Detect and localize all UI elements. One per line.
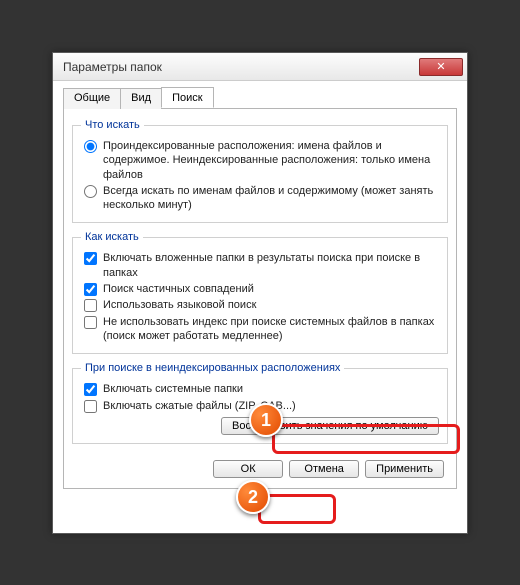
check-natural-language[interactable] bbox=[84, 299, 97, 312]
group-what-legend: Что искать bbox=[81, 119, 144, 131]
window-title: Параметры папок bbox=[63, 60, 419, 74]
ok-button[interactable]: ОК bbox=[213, 460, 283, 478]
check-include-subfolders[interactable] bbox=[84, 252, 97, 265]
window-content: Общие Вид Поиск Что искать Проиндексиров… bbox=[53, 81, 467, 499]
radio-always-label[interactable]: Всегда искать по именам файлов и содержи… bbox=[103, 184, 439, 213]
radio-indexed-label[interactable]: Проиндексированные расположения: имена ф… bbox=[103, 139, 439, 182]
check-subfolders-label[interactable]: Включать вложенные папки в результаты по… bbox=[103, 251, 439, 280]
close-button[interactable]: ✕ bbox=[419, 58, 463, 76]
tab-search[interactable]: Поиск bbox=[161, 87, 213, 108]
restore-defaults-button[interactable]: Восстановить значения по умолчанию bbox=[221, 417, 439, 435]
group-how-legend: Как искать bbox=[81, 231, 143, 243]
check-noindex-label[interactable]: Не использовать индекс при поиске систем… bbox=[103, 315, 439, 344]
tab-panel-search: Что искать Проиндексированные расположен… bbox=[63, 109, 457, 489]
tab-strip: Общие Вид Поиск bbox=[63, 87, 457, 109]
check-no-index[interactable] bbox=[84, 316, 97, 329]
group-how-to-search: Как искать Включать вложенные папки в ре… bbox=[72, 231, 448, 354]
dialog-footer: ОК Отмена Применить bbox=[72, 452, 448, 480]
folder-options-window: Параметры папок ✕ Общие Вид Поиск Что ис… bbox=[52, 52, 468, 534]
group-what-to-search: Что искать Проиндексированные расположен… bbox=[72, 119, 448, 223]
group-nonindexed-legend: При поиске в неиндексированных расположе… bbox=[81, 362, 344, 374]
radio-always-search[interactable] bbox=[84, 185, 97, 198]
check-nlq-label[interactable]: Использовать языковой поиск bbox=[103, 298, 439, 312]
check-system-label[interactable]: Включать системные папки bbox=[103, 382, 439, 396]
tab-view[interactable]: Вид bbox=[120, 88, 162, 109]
check-system-folders[interactable] bbox=[84, 383, 97, 396]
tab-general[interactable]: Общие bbox=[63, 88, 121, 109]
group-nonindexed: При поиске в неиндексированных расположе… bbox=[72, 362, 448, 444]
close-icon: ✕ bbox=[436, 60, 445, 73]
titlebar[interactable]: Параметры папок ✕ bbox=[53, 53, 467, 81]
radio-indexed-locations[interactable] bbox=[84, 140, 97, 153]
check-compressed-files[interactable] bbox=[84, 400, 97, 413]
check-compressed-label[interactable]: Включать сжатые файлы (ZIP, CAB...) bbox=[103, 399, 439, 413]
cancel-button[interactable]: Отмена bbox=[289, 460, 359, 478]
check-partial-label[interactable]: Поиск частичных совпадений bbox=[103, 282, 439, 296]
apply-button[interactable]: Применить bbox=[365, 460, 444, 478]
check-partial-matches[interactable] bbox=[84, 283, 97, 296]
